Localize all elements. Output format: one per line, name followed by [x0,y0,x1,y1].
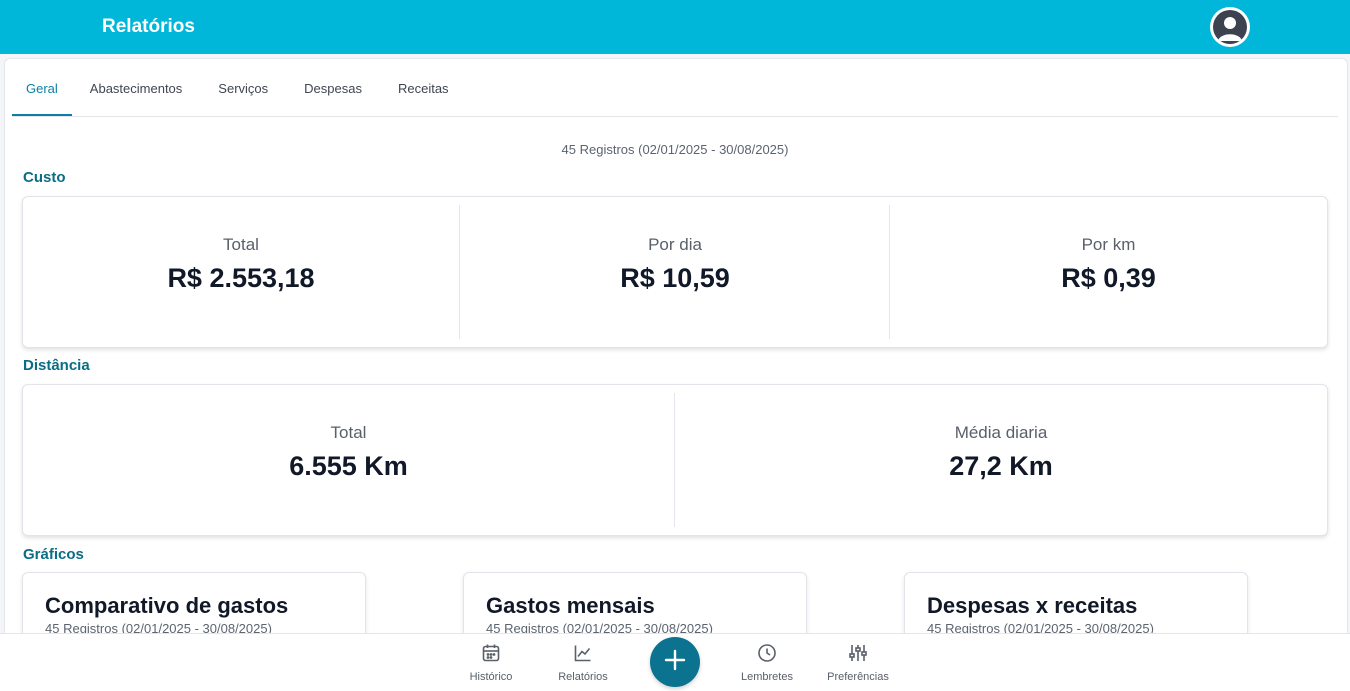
stat-label: Total [223,235,259,254]
calendar-icon [481,644,501,667]
nav-lembretes[interactable]: Lembretes [727,643,807,683]
add-record-button[interactable] [650,637,700,687]
cost-panel: Total R$ 2.553,18 Por dia R$ 10,59 Por k… [22,196,1328,348]
section-title-graficos: Gráficos [23,546,84,563]
tab-servicos[interactable]: Serviços [200,74,286,116]
tab-abastecimentos[interactable]: Abastecimentos [72,74,201,116]
nav-label: Relatórios [558,671,608,683]
stat-value: 6.555 Km [289,451,408,481]
stat-value: 27,2 Km [949,451,1053,481]
section-title-custo: Custo [23,169,66,186]
nav-relatorios[interactable]: Relatórios [543,643,623,683]
stat-label: Média diaria [954,423,1048,442]
chart-card-title: Despesas x receitas [927,593,1138,618]
page-title: Relatórios [102,16,195,37]
tab-receitas[interactable]: Receitas [380,74,467,116]
chart-card-title: Gastos mensais [486,593,655,618]
nav-label: Lembretes [741,671,793,683]
sliders-icon [848,645,868,667]
avatar[interactable] [1210,7,1250,47]
chart-card-title: Comparativo de gastos [45,593,289,618]
nav-label: Preferências [827,671,889,683]
distance-panel: Total 6.555 Km Média diaria 27,2 Km [22,384,1328,536]
section-title-distancia: Distância [23,357,90,374]
stat-value: R$ 0,39 [1061,263,1156,293]
user-icon [1213,10,1247,44]
plus-icon [664,649,686,676]
chart-line-icon [573,645,593,667]
stat-label: Total [330,423,367,442]
clock-icon [757,644,777,667]
tab-geral[interactable]: Geral [12,74,72,116]
nav-label: Histórico [469,671,513,683]
stat-label: Por dia [648,235,702,254]
nav-preferencias[interactable]: Preferências [818,643,898,683]
nav-historico[interactable]: Histórico [451,643,531,683]
stat-value: R$ 2.553,18 [167,263,315,293]
records-summary: 45 Registros (02/01/2025 - 30/08/2025) [561,142,789,157]
stat-label: Por km [1081,235,1136,254]
top-app-bar: Relatórios [0,0,1350,54]
stat-value: R$ 10,59 [620,263,730,293]
tabs-bar: Geral Abastecimentos Serviços Despesas R… [12,74,1338,117]
tab-despesas[interactable]: Despesas [286,74,380,116]
